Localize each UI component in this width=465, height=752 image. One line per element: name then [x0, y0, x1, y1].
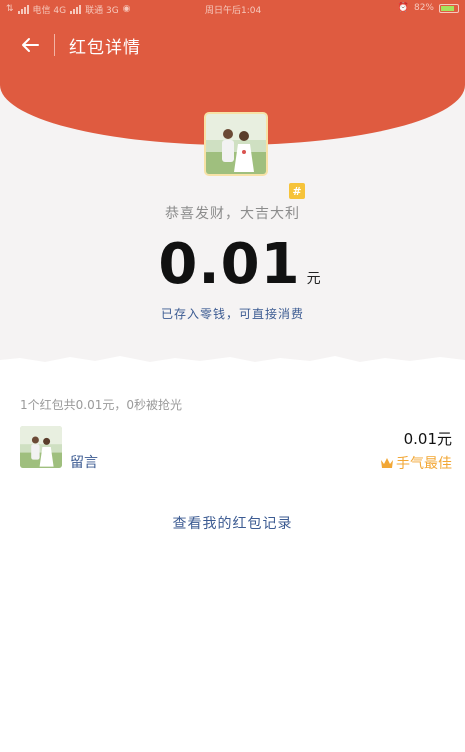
recipient-name[interactable]: 留言 — [70, 452, 98, 472]
wedding-photo — [20, 426, 62, 468]
amount-row: 0.01 元 — [0, 232, 465, 297]
hash-badge: # — [289, 183, 305, 199]
status-time: 周日午后1:04 — [205, 6, 262, 16]
signal-icon — [70, 4, 82, 14]
torn-paper-edge — [0, 356, 465, 392]
best-luck-badge: 手气最佳 — [380, 453, 452, 473]
carrier2-label: 联通 3G — [85, 5, 119, 16]
packet-summary: 1个红包共0.01元，0秒被抢光 — [20, 398, 182, 412]
wechat-icon: ◉ — [122, 4, 131, 14]
battery-fill — [441, 5, 455, 11]
signal-icon — [17, 4, 29, 14]
back-button[interactable] — [10, 28, 50, 62]
carrier1-label: 电信 4G — [32, 5, 67, 16]
crown-icon — [381, 458, 393, 468]
status-right: ⏰ 82% — [398, 3, 459, 13]
view-records-link[interactable]: 查看我的红包记录 — [0, 513, 465, 533]
status-left: ⇅ 电信 4G 联通 3G ◉ — [6, 3, 131, 16]
arrow-left-icon — [22, 38, 39, 52]
blessing-text: 恭喜发财，大吉大利 — [165, 206, 300, 222]
recipient-row[interactable]: 留言 0.01元 手气最佳 — [0, 424, 465, 472]
status-bar: ⇅ 电信 4G 联通 3G ◉ 周日午后1:04 ⏰ 82% — [0, 0, 465, 18]
deposit-note-link[interactable]: 已存入零钱，可直接消费 — [0, 305, 465, 322]
sender-avatar[interactable] — [204, 112, 268, 176]
battery-percent: 82% — [413, 3, 434, 13]
packet-amount: 0.01 — [158, 232, 301, 297]
recipient-avatar[interactable] — [20, 426, 62, 468]
network-speed-icon: ⇅ — [6, 4, 14, 14]
nav-divider — [54, 34, 55, 56]
alarm-icon: ⏰ — [397, 3, 409, 13]
battery-icon — [439, 3, 459, 13]
page-title: 红包详情 — [69, 37, 141, 58]
best-luck-label: 手气最佳 — [396, 456, 452, 472]
nav-bar: 红包详情 — [0, 28, 465, 62]
recipient-amount: 0.01元 — [403, 430, 452, 448]
wedding-photo — [206, 114, 266, 174]
amount-unit: 元 — [306, 271, 321, 287]
